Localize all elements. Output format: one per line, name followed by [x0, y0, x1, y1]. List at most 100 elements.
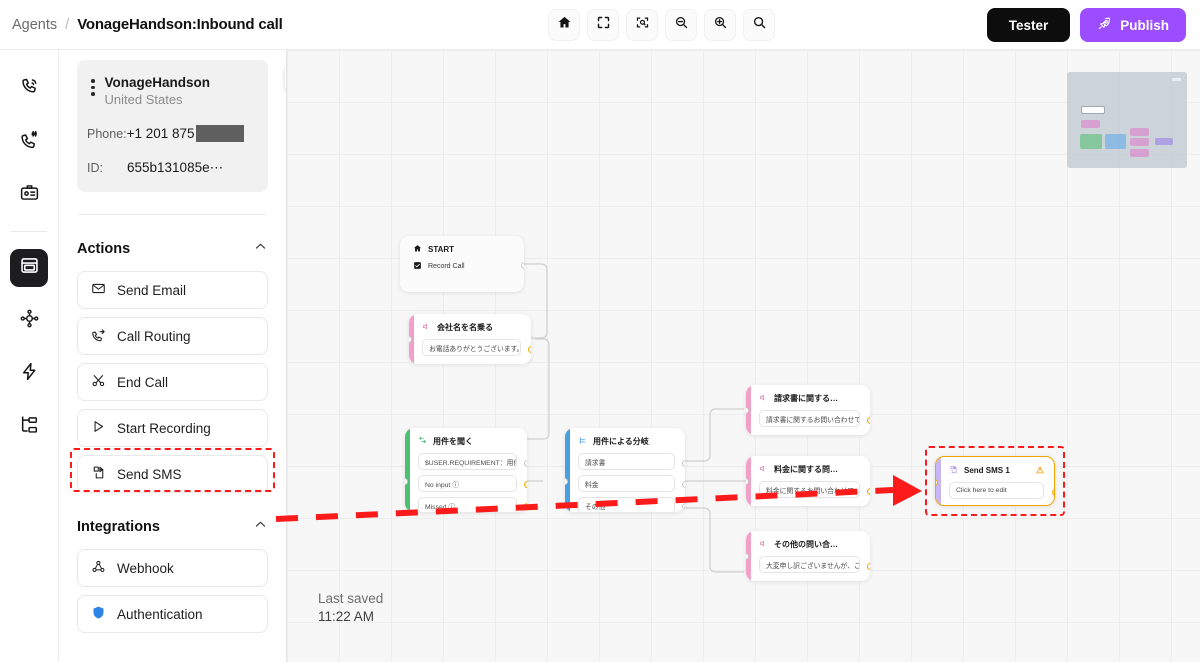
tester-button[interactable]: Tester — [986, 8, 1071, 42]
fit-to-view-icon — [635, 15, 650, 35]
node-title: 用件による分岐 — [578, 436, 675, 447]
rail-item-contacts[interactable] — [10, 176, 48, 214]
rail-item-agent-hub[interactable] — [10, 302, 48, 340]
node-field-message[interactable]: 請求書に関するお問い合わせで… — [759, 410, 860, 427]
rail-divider — [11, 231, 47, 232]
rail-item-numbers[interactable] — [10, 123, 48, 161]
rail-item-canvas[interactable] — [10, 249, 48, 287]
drag-handle-icon[interactable] — [87, 74, 95, 96]
agent-id-label: ID: — [87, 161, 103, 175]
node-greeting[interactable]: 会社名を名乗る お電話ありがとうございます。… — [409, 314, 531, 364]
node-body: START Record Call — [400, 236, 524, 281]
sidebar-item-label: Authentication — [117, 606, 203, 622]
node-title: Send SMS 1 ⚠ — [949, 465, 1044, 476]
node-send-sms-1[interactable]: Send SMS 1 ⚠ Click here to edit — [935, 456, 1055, 506]
node-field-record-call[interactable]: Record Call — [413, 261, 514, 272]
node-output-port-no-input[interactable] — [524, 481, 527, 488]
sidebar-item-send-sms[interactable]: Send SMS — [77, 455, 268, 493]
node-title: 会社名を名乗る — [422, 322, 521, 333]
last-saved: Last saved 11:22 AM — [318, 590, 383, 626]
node-title-label: START — [428, 245, 455, 254]
fit-to-view-button[interactable] — [626, 9, 658, 41]
agent-country: United States — [104, 92, 183, 107]
minimap-node-invoice — [1130, 128, 1149, 136]
agent-id-row: ID: 655b131085e⋯ — [87, 160, 254, 176]
node-body: Send SMS 1 ⚠ Click here to edit — [936, 457, 1054, 505]
call-routing-icon — [91, 327, 106, 345]
node-output-port[interactable] — [867, 563, 870, 570]
rail-item-flows[interactable] — [10, 408, 48, 446]
sidebar-item-label: Call Routing — [117, 328, 191, 344]
node-title-label: 料金に関する問… — [774, 465, 838, 474]
node-title: 請求書に関する… — [759, 393, 860, 404]
node-field-message[interactable]: 大変申し訳ございませんが、こ… — [759, 556, 860, 573]
breadcrumb-agents-link[interactable]: Agents — [12, 17, 57, 33]
sidebar-item-send-email[interactable]: Send Email — [77, 271, 268, 309]
section-header-integrations[interactable]: Integrations — [77, 517, 268, 537]
flow-canvas[interactable]: START Record Call 会社名を名乗る お電話ありがとうございます。… — [287, 50, 1200, 662]
sidebar-item-label: Webhook — [117, 560, 174, 576]
minimap-node-pricing — [1130, 138, 1149, 146]
node-output-port[interactable] — [528, 346, 531, 353]
node-output-port[interactable] — [867, 417, 870, 424]
rail-item-calls[interactable] — [10, 70, 48, 108]
node-field-message[interactable]: 料金に関するお問い合わせで… — [759, 481, 860, 498]
check-square-icon — [413, 261, 422, 272]
node-output-port-pricing[interactable] — [682, 481, 685, 488]
zoom-out-button[interactable] — [665, 9, 697, 41]
section-header-actions[interactable]: Actions — [77, 239, 268, 259]
node-output-port[interactable] — [867, 488, 870, 495]
node-branch[interactable]: 用件による分岐 請求書 料金 その他 — [565, 428, 685, 512]
node-field-branch-invoice[interactable]: 請求書 — [578, 453, 675, 470]
node-other-reply[interactable]: その他の問い合… 大変申し訳ございませんが、こ… — [746, 531, 870, 581]
app-root: Agents / VonageHandson:Inbound call Test… — [0, 0, 1200, 662]
publish-button-label: Publish — [1120, 17, 1169, 33]
page-title: VonageHandson:Inbound call — [77, 16, 283, 33]
envelope-icon — [91, 281, 106, 299]
sidebar-item-webhook[interactable]: Webhook — [77, 549, 268, 587]
publish-button[interactable]: Publish — [1080, 8, 1186, 42]
node-output-port-other[interactable] — [682, 503, 685, 510]
minimap-close-icon[interactable] — [1172, 78, 1181, 81]
node-field-missed[interactable]: Missed ⓘ — [418, 497, 517, 512]
node-ask-requirement[interactable]: 用件を聞く $USER.REQUIREMENT：用件を聞く No input ⓘ… — [405, 428, 527, 512]
phone-redaction-bar — [195, 125, 244, 142]
chevron-up-icon — [253, 239, 268, 259]
node-field-user-requirement[interactable]: $USER.REQUIREMENT：用件を聞く — [418, 453, 517, 470]
home-button[interactable] — [548, 9, 580, 41]
node-output-port-missed[interactable] — [524, 503, 527, 510]
sidebar-item-start-recording[interactable]: Start Recording — [77, 409, 268, 447]
sidebar-item-call-routing[interactable]: Call Routing — [77, 317, 268, 355]
node-field-no-input[interactable]: No input ⓘ — [418, 475, 517, 492]
sidebar-item-label: Send SMS — [117, 466, 182, 482]
lightning-icon — [19, 361, 40, 387]
node-field-message[interactable]: お電話ありがとうございます。… — [422, 339, 521, 356]
node-pricing-reply[interactable]: 料金に関する問… 料金に関するお問い合わせで… — [746, 456, 870, 506]
minimap-node-start — [1081, 106, 1105, 114]
zoom-in-button[interactable] — [704, 9, 736, 41]
node-invoice-reply[interactable]: 請求書に関する… 請求書に関するお問い合わせで… — [746, 385, 870, 435]
node-field-placeholder[interactable]: Click here to edit — [949, 482, 1044, 499]
node-output-port[interactable] — [521, 262, 524, 269]
sidebar-item-end-call[interactable]: End Call — [77, 363, 268, 401]
node-output-port[interactable] — [1052, 489, 1054, 496]
rail-item-events[interactable] — [10, 355, 48, 393]
search-button[interactable] — [743, 9, 775, 41]
webhook-icon — [91, 559, 106, 577]
node-field-branch-pricing[interactable]: 料金 — [578, 475, 675, 492]
hierarchy-icon — [19, 414, 40, 440]
speaker-icon — [759, 539, 768, 550]
node-field-branch-other[interactable]: その他 — [578, 497, 675, 512]
fullscreen-button[interactable] — [587, 9, 619, 41]
node-start[interactable]: START Record Call — [400, 236, 524, 292]
sidebar-item-authentication[interactable]: Authentication — [77, 595, 268, 633]
node-output-port-invoice[interactable] — [682, 460, 685, 467]
speaker-icon — [759, 393, 768, 404]
home-icon — [557, 15, 572, 35]
home-icon — [413, 244, 422, 255]
node-output-port-requirement[interactable] — [524, 460, 527, 467]
last-saved-time: 11:22 AM — [318, 609, 375, 624]
node-title: START — [413, 244, 514, 255]
sms-icon — [91, 465, 106, 483]
minimap[interactable] — [1067, 72, 1187, 168]
